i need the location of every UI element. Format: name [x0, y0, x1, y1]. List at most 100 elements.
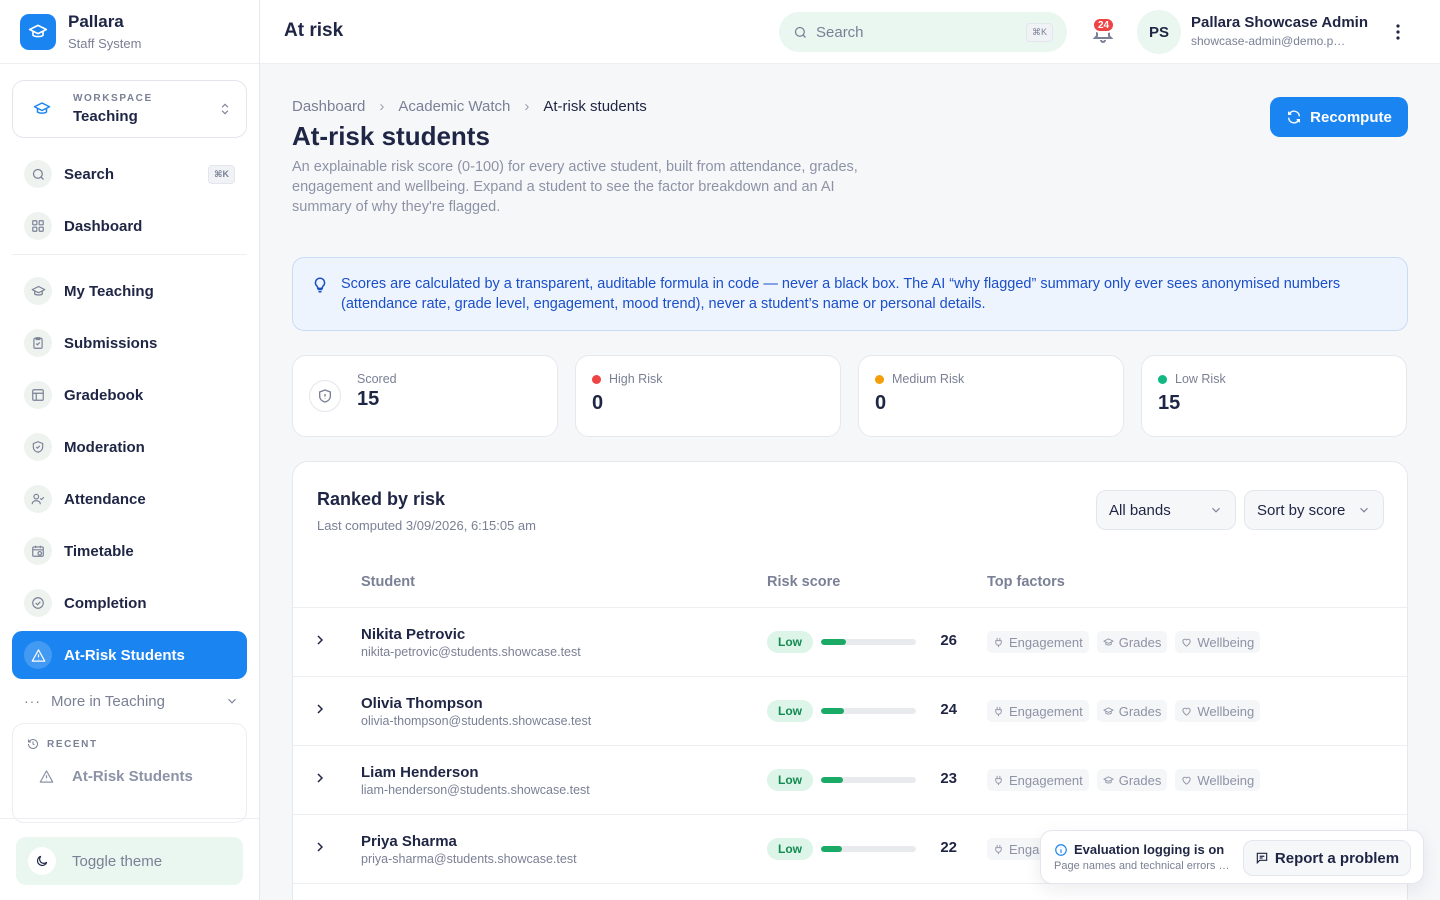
chevron-right-icon[interactable] [312, 701, 328, 717]
sidebar-item-my-teaching[interactable]: My Teaching [12, 269, 247, 313]
search-icon [24, 160, 52, 188]
calendar-clock-icon [24, 537, 52, 565]
table-row[interactable]: Nikita Petrovic nikita-petrovic@students.… [293, 608, 1407, 677]
recompute-button[interactable]: Recompute [1270, 97, 1408, 137]
sidebar-item-label: Completion [64, 594, 147, 612]
sidebar-item-at-risk-students[interactable]: At-Risk Students [12, 631, 247, 679]
sidebar-item-completion[interactable]: Completion [12, 581, 247, 625]
breadcrumb-item[interactable]: Dashboard [292, 98, 365, 115]
stat-value: 0 [592, 392, 604, 414]
info-icon [1055, 844, 1067, 856]
risk-score-bar [821, 639, 916, 645]
brand-name: Pallara [68, 12, 124, 31]
stat-high-risk: High Risk 0 [575, 355, 841, 437]
stat-value: 15 [357, 388, 380, 410]
sidebar-item-label: Submissions [64, 334, 158, 352]
chevron-right-icon[interactable] [312, 632, 328, 648]
more-in-teaching[interactable]: ··· More in Teaching [24, 689, 239, 713]
recent-item[interactable]: At-Risk Students [27, 768, 232, 785]
risk-band-badge: Low [767, 700, 813, 722]
sidebar-search[interactable]: Search ⌘K [12, 152, 247, 196]
chevron-right-icon[interactable] [312, 770, 328, 786]
factor-chip: Engagement [987, 769, 1089, 791]
report-problem-button[interactable]: Report a problem [1243, 840, 1411, 876]
stat-scored: Scored 15 [292, 355, 558, 437]
chevron-down-icon [1360, 507, 1368, 513]
more-label: More in Teaching [51, 692, 165, 710]
column-header-score[interactable]: Risk score [767, 574, 840, 590]
brand-subtitle: Staff System [68, 36, 142, 51]
more-dots-icon: ··· [24, 693, 41, 709]
search-box[interactable]: ⌘K [779, 12, 1067, 52]
student-email: liam-henderson@students.showcase.test [361, 783, 590, 797]
sidebar-item-label: Gradebook [64, 386, 144, 404]
heart-icon [1182, 776, 1192, 785]
band-filter-select[interactable]: All bands [1096, 490, 1236, 530]
search-input[interactable] [816, 23, 1026, 41]
sidebar-item-label: Attendance [64, 490, 146, 508]
sidebar-item-dashboard[interactable]: Dashboard [12, 204, 247, 248]
band-filter-value: All bands [1109, 501, 1171, 519]
factor-chip: Wellbeing [1175, 769, 1261, 791]
moon-icon [28, 847, 56, 875]
factor-chip: Grades [1096, 631, 1168, 653]
toggle-theme-button[interactable]: Toggle theme [16, 837, 243, 885]
heart-icon [1182, 707, 1192, 716]
sidebar-item-attendance[interactable]: Attendance [12, 477, 247, 521]
plug-icon [995, 706, 1002, 716]
risk-score: 26 [940, 632, 957, 649]
workspace-switcher[interactable]: WORKSPACE Teaching [12, 80, 247, 138]
plug-icon [995, 637, 1002, 647]
graduation-cap-icon [33, 102, 51, 114]
refresh-icon [1288, 110, 1301, 124]
sidebar: Pallara Staff System WORKSPACE Teaching … [0, 0, 260, 900]
sidebar-item-gradebook[interactable]: Gradebook [12, 373, 247, 417]
shortcut-badge: ⌘K [208, 164, 235, 184]
heart-icon [1182, 638, 1192, 647]
more-vertical-icon[interactable] [1386, 20, 1410, 44]
user-check-icon [24, 485, 52, 513]
sort-select[interactable]: Sort by score [1244, 490, 1384, 530]
factor-chip: Engagement [987, 631, 1089, 653]
sidebar-footer: Toggle theme [0, 818, 259, 900]
divider [12, 254, 247, 255]
avatar[interactable]: PS [1137, 10, 1181, 54]
stat-value: 0 [875, 392, 887, 414]
factor-chip: Grades [1096, 769, 1168, 791]
breadcrumb-current: At-risk students [543, 98, 647, 115]
factor-label: Grades [1118, 703, 1162, 719]
recompute-label: Recompute [1310, 108, 1392, 126]
chevron-right-icon[interactable] [312, 839, 328, 855]
risk-score: 22 [940, 839, 957, 856]
student-name: Priya Sharma [361, 833, 457, 850]
breadcrumb-item[interactable]: Academic Watch [398, 98, 510, 115]
student-email: priya-sharma@students.showcase.test [361, 852, 577, 866]
sidebar-item-label: Dashboard [64, 217, 143, 235]
column-header-student[interactable]: Student [361, 574, 415, 590]
table-row[interactable]: Liam Henderson liam-henderson@students.sh… [293, 746, 1407, 815]
table-row[interactable]: Olivia Thompson olivia-thompson@students.… [293, 677, 1407, 746]
history-icon [28, 739, 38, 749]
factor-chip: Wellbeing [1175, 700, 1261, 722]
warning-triangle-icon [39, 770, 54, 783]
sidebar-item-label: My Teaching [64, 282, 154, 300]
notification-badge: 24 [1092, 17, 1116, 33]
circle-check-icon [24, 589, 52, 617]
recent-item-label: At-Risk Students [72, 768, 193, 785]
sort-value: Sort by score [1257, 501, 1346, 519]
plug-icon [995, 844, 1002, 854]
student-name: Liam Henderson [361, 764, 479, 781]
sidebar-item-timetable[interactable]: Timetable [12, 529, 247, 573]
clipboard-icon [24, 329, 52, 357]
chevron-right-icon: › [524, 98, 530, 115]
risk-score: 24 [940, 701, 957, 718]
sidebar-item-submissions[interactable]: Submissions [12, 321, 247, 365]
graduation-cap-icon [24, 277, 52, 305]
sidebar-item-label: Timetable [64, 542, 134, 560]
green-dot-icon [1158, 374, 1167, 384]
risk-score-bar-fill [821, 639, 846, 645]
user-email: showcase-admin@demo.pallara.test [1191, 34, 1351, 48]
factor-label: Wellbeing [1197, 634, 1255, 650]
sidebar-item-moderation[interactable]: Moderation [12, 425, 247, 469]
report-label: Report a problem [1274, 849, 1400, 867]
